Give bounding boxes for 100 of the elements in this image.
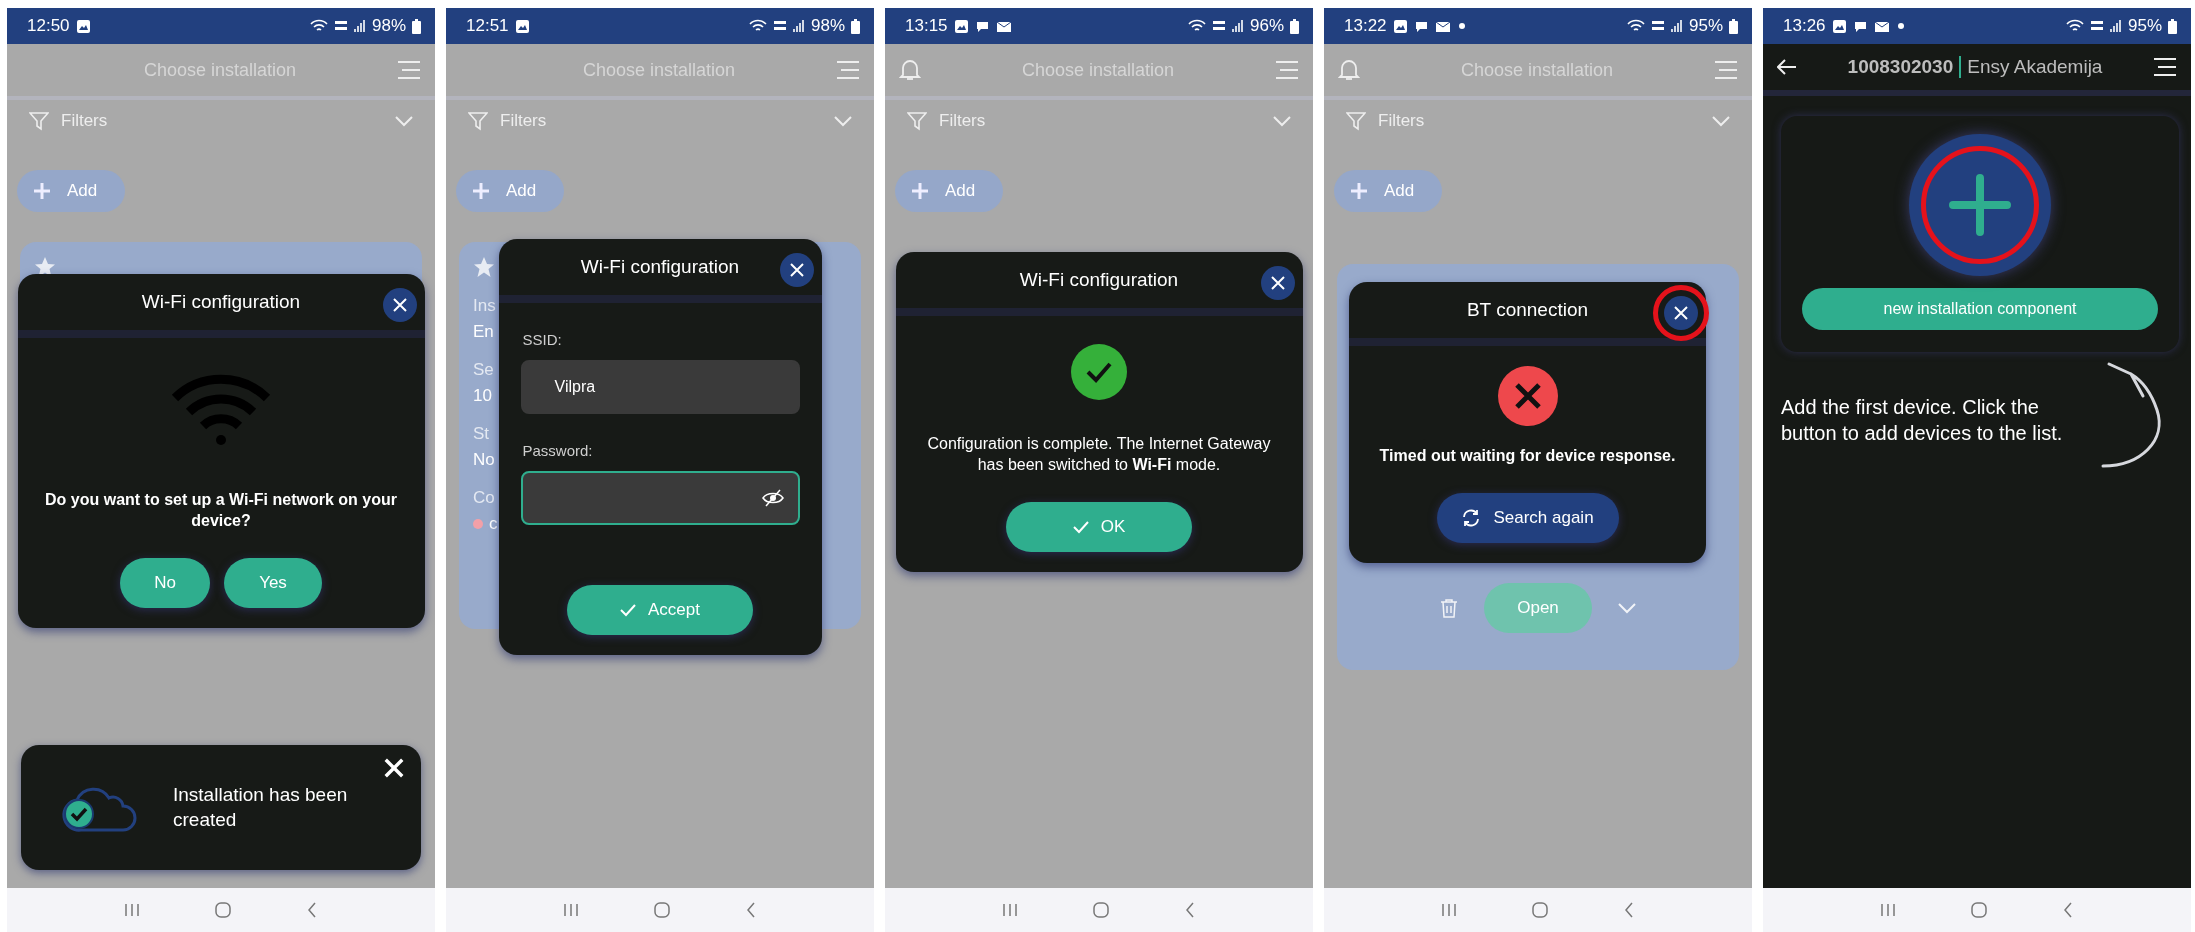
plus-icon [33, 182, 51, 200]
wifi-icon [2065, 19, 2084, 33]
open-button[interactable]: Open [1484, 582, 1592, 633]
back-icon[interactable] [745, 902, 757, 918]
star-icon[interactable] [473, 256, 495, 278]
bell-icon[interactable] [899, 58, 921, 82]
dialog-title: Wi-Fi configuration [141, 291, 301, 313]
dialog-button[interactable]: Accept [567, 585, 753, 635]
network-icon [1211, 19, 1226, 33]
dialog-button[interactable]: Yes [224, 557, 322, 608]
network-icon [1650, 19, 1665, 33]
wifi-icon [171, 374, 271, 446]
image-icon [953, 18, 969, 34]
recent-apps-icon[interactable] [1002, 903, 1018, 917]
filter-icon[interactable] [29, 111, 49, 131]
close-button[interactable] [383, 757, 405, 779]
plus-icon [1350, 182, 1368, 200]
close-icon [1673, 305, 1689, 321]
close-button[interactable] [779, 253, 814, 287]
field-label: Password: [521, 442, 594, 459]
new-component-button[interactable]: new installation component [1802, 288, 2158, 330]
battery-level: 98% [810, 16, 845, 36]
recent-apps-icon[interactable] [1441, 903, 1457, 917]
home-icon[interactable] [214, 901, 232, 919]
battery-level: 95% [1688, 16, 1723, 36]
add-button[interactable]: Add [895, 170, 1004, 212]
network-icon [333, 19, 348, 33]
add-button[interactable]: Add [1334, 170, 1443, 212]
dialog-button[interactable]: OK [1006, 501, 1192, 552]
filter-icon[interactable] [1346, 111, 1366, 131]
add-button[interactable]: Add [456, 170, 565, 212]
add-button[interactable]: Add [17, 170, 126, 212]
chevron-down-icon[interactable] [1273, 115, 1291, 127]
back-icon[interactable] [2062, 902, 2074, 918]
close-button[interactable] [1664, 296, 1698, 330]
back-icon[interactable] [1184, 902, 1196, 918]
plus-icon [472, 182, 490, 200]
dialog-title: Wi-Fi configuration [580, 256, 740, 278]
field-value: 10 [473, 386, 492, 406]
home-icon[interactable] [1092, 901, 1110, 919]
back-icon[interactable] [1623, 902, 1635, 918]
close-icon [383, 757, 405, 779]
wifi-icon [1626, 19, 1645, 33]
chevron-down-icon[interactable] [1712, 115, 1730, 127]
installation-name: Ensy Akademija [1967, 56, 2103, 78]
network-icon [772, 19, 787, 33]
wifi-icon [748, 19, 767, 33]
network-icon [2089, 19, 2104, 33]
image-icon [1392, 18, 1408, 34]
back-icon[interactable] [306, 902, 318, 918]
menu-icon[interactable] [2153, 57, 2177, 77]
status-time: 13:15 [905, 16, 948, 36]
wifi-icon [1187, 19, 1206, 33]
close-icon [1269, 275, 1286, 291]
field-label: St [473, 424, 490, 444]
wifi-icon [309, 19, 328, 33]
battery-icon [2168, 18, 2177, 34]
error-icon [1497, 366, 1558, 426]
refresh-icon [1461, 507, 1482, 528]
input-field[interactable] [520, 471, 800, 525]
recent-apps-icon[interactable] [1880, 903, 1896, 917]
status-dot-icon [473, 519, 483, 529]
trash-icon[interactable] [1440, 597, 1458, 618]
bell-icon[interactable] [1338, 58, 1360, 82]
dot-icon [1896, 22, 1905, 30]
chevron-down-icon[interactable] [395, 115, 413, 127]
chevron-down-icon[interactable] [834, 115, 852, 127]
dot-icon [1457, 22, 1466, 30]
back-arrow-icon[interactable] [1777, 59, 1797, 75]
add-component-button[interactable] [1909, 134, 2051, 276]
chevron-down-icon[interactable] [1618, 601, 1636, 614]
home-icon[interactable] [1531, 901, 1549, 919]
signal-icon [1231, 19, 1244, 33]
battery-level: 96% [1249, 16, 1284, 36]
dialog-button[interactable]: No [120, 557, 210, 608]
home-icon[interactable] [1970, 901, 1988, 919]
field-label: Co [473, 488, 495, 508]
filter-icon[interactable] [468, 111, 488, 131]
dialog-title: BT connection [1466, 299, 1589, 321]
battery-icon [412, 18, 421, 34]
eye-off-icon[interactable] [761, 489, 784, 507]
signal-icon [353, 19, 366, 33]
dialog-button[interactable]: Search again [1436, 492, 1619, 543]
input-field[interactable]: Vilpra [520, 360, 800, 414]
status-time: 12:50 [27, 16, 70, 36]
signal-icon [792, 19, 805, 33]
battery-icon [1290, 18, 1299, 34]
home-icon[interactable] [653, 901, 671, 919]
image-icon [514, 18, 530, 34]
filter-icon[interactable] [907, 111, 927, 131]
close-button[interactable] [382, 288, 417, 322]
image-icon [75, 18, 91, 34]
close-icon [788, 262, 805, 278]
plus-icon [911, 182, 929, 200]
image-icon [1831, 18, 1847, 34]
status-time: 13:22 [1344, 16, 1387, 36]
recent-apps-icon[interactable] [124, 903, 140, 917]
field-label: Ins [473, 296, 496, 316]
close-button[interactable] [1260, 266, 1295, 300]
recent-apps-icon[interactable] [563, 903, 579, 917]
